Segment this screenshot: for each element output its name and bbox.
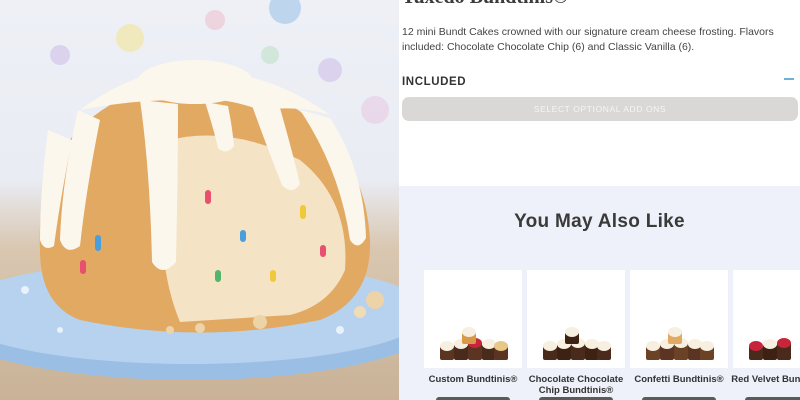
bundtinis-image	[749, 338, 791, 360]
product-card-chocolate-chocolate-chip[interactable]: Chocolate Chocolate Chip Bundtinis®	[527, 270, 625, 400]
product-card-image[interactable]	[424, 270, 522, 368]
product-description: 12 mini Bundt Cakes crowned with our sig…	[402, 26, 774, 53]
product-card-confetti[interactable]: Confetti Bundtinis®	[630, 270, 728, 400]
product-hero-image	[0, 0, 399, 400]
bundtinis-image	[543, 327, 611, 360]
included-accordion-header[interactable]: INCLUDED	[402, 72, 796, 88]
product-card-name[interactable]: Custom Bundtinis®	[420, 374, 526, 385]
confetti-cake-illustration	[0, 0, 399, 380]
product-card-image[interactable]	[630, 270, 728, 368]
product-card-image[interactable]	[527, 270, 625, 368]
section-title: You May Also Like	[514, 211, 685, 232]
product-card-name[interactable]: Chocolate Chocolate Chip Bundtinis®	[523, 374, 629, 396]
included-label: INCLUDED	[402, 76, 467, 88]
you-may-also-like-section: You May Also Like Custom Bundtinis® Choc…	[399, 186, 800, 400]
bundtinis-image	[440, 327, 508, 360]
collapse-minus-icon[interactable]	[784, 78, 794, 80]
product-card-name[interactable]: Red Velvet Bundtinis®	[729, 374, 800, 385]
product-card-image[interactable]	[733, 270, 800, 368]
select-add-ons-button[interactable]: SELECT OPTIONAL ADD ONS	[402, 97, 798, 121]
product-details-panel: Tuxedo Bundtinis® 12 mini Bundt Cakes cr…	[399, 0, 800, 400]
product-card-name[interactable]: Confetti Bundtinis®	[626, 374, 732, 385]
bundtinis-image	[646, 327, 714, 360]
product-card-custom[interactable]: Custom Bundtinis®	[424, 270, 522, 400]
product-title: Tuxedo Bundtinis®	[402, 0, 568, 9]
product-card-red-velvet[interactable]: Red Velvet Bundtinis®	[731, 270, 800, 400]
